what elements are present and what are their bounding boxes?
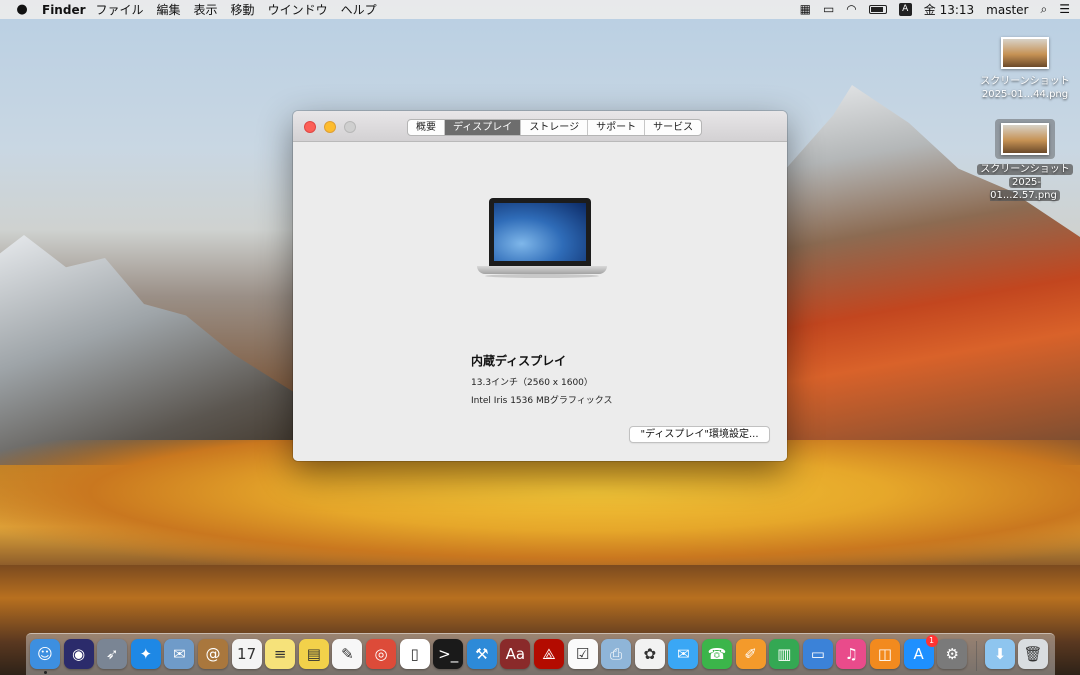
- tab-storage[interactable]: ストレージ: [521, 120, 589, 135]
- menu-view[interactable]: 表示: [194, 1, 218, 18]
- about-this-mac-window: 概要 ディスプレイ ストレージ サポート サービス 内蔵ディスプレイ 13.3イ…: [293, 111, 787, 461]
- trash-icon[interactable]: 🗑: [1018, 639, 1048, 669]
- messages-icon[interactable]: ✉: [668, 639, 699, 669]
- numbers-icon[interactable]: ▥: [769, 639, 800, 669]
- textedit-icon[interactable]: ✎: [332, 639, 363, 669]
- file-name: スクリーンショット 2025-01...2.57.png: [975, 163, 1075, 202]
- reminders-icon[interactable]: ☑: [567, 639, 598, 669]
- wifi-icon[interactable]: ◠: [846, 0, 856, 19]
- document-icon[interactable]: ▯: [399, 639, 430, 669]
- spotlight-search-icon[interactable]: ⌕: [1041, 0, 1048, 19]
- mail-icon[interactable]: ✉: [164, 639, 195, 669]
- downloads-folder-icon[interactable]: ⬇: [985, 639, 1015, 669]
- menubar-clock[interactable]: 金 13:13: [924, 1, 974, 18]
- terminal-icon[interactable]: >_: [433, 639, 464, 669]
- airplay-icon[interactable]: ▭: [823, 0, 834, 19]
- xcode-icon[interactable]: ⚒: [466, 639, 497, 669]
- input-source-icon[interactable]: A: [898, 3, 912, 16]
- macbook-display-icon: [477, 198, 607, 278]
- wallpaper-mountain-left: [0, 235, 300, 465]
- chrome-icon[interactable]: ◎: [366, 639, 396, 669]
- file-thumbnail: [1001, 37, 1049, 69]
- tab-displays[interactable]: ディスプレイ: [445, 120, 522, 135]
- menubar-user[interactable]: master: [986, 3, 1028, 17]
- window-titlebar[interactable]: 概要 ディスプレイ ストレージ サポート サービス: [293, 111, 787, 142]
- dock-separator: [976, 641, 977, 671]
- finder-icon[interactable]: ☺: [30, 639, 60, 669]
- tab-service[interactable]: サービス: [645, 120, 701, 135]
- display-name: 内蔵ディスプレイ: [471, 354, 567, 368]
- notes-icon[interactable]: ≡: [265, 639, 296, 669]
- contacts-icon[interactable]: @: [198, 639, 228, 669]
- apple-menu-icon[interactable]: ●: [8, 2, 36, 17]
- desktop-file-screenshot-2[interactable]: スクリーンショット 2025-01...2.57.png: [975, 119, 1075, 202]
- ibooks-icon[interactable]: ◫: [870, 639, 900, 669]
- file-name: スクリーンショット 2025-01...44.png: [980, 76, 1070, 100]
- desktop-file-screenshot-1[interactable]: スクリーンショット 2025-01...44.png: [975, 37, 1075, 101]
- itunes-icon[interactable]: ♫: [836, 639, 867, 669]
- zoom-button: [344, 121, 356, 133]
- preview-icon[interactable]: ⎙: [601, 639, 632, 669]
- tab-bar: 概要 ディスプレイ ストレージ サポート サービス: [407, 119, 703, 136]
- acrobat-icon[interactable]: ⟁: [534, 639, 564, 669]
- photos-icon[interactable]: ✿: [634, 639, 665, 669]
- running-indicator: [44, 671, 47, 674]
- dictionary-icon[interactable]: Aa: [500, 639, 531, 669]
- tab-support[interactable]: サポート: [588, 120, 646, 135]
- keynote-icon[interactable]: ▭: [802, 639, 833, 669]
- graphics-info: Intel Iris 1536 MBグラフィックス: [471, 396, 613, 406]
- app-store-icon[interactable]: A1: [903, 635, 938, 669]
- stickies-icon[interactable]: ▤: [298, 639, 329, 669]
- display-size: 13.3インチ（2560 x 1600）: [471, 378, 593, 388]
- file-selection-highlight: [995, 119, 1055, 159]
- menu-file[interactable]: ファイル: [96, 1, 144, 18]
- tab-overview[interactable]: 概要: [408, 120, 445, 135]
- close-button[interactable]: [304, 121, 316, 133]
- menu-go[interactable]: 移動: [231, 1, 255, 18]
- display-preferences-button[interactable]: "ディスプレイ"環境設定...: [629, 426, 770, 443]
- menu-help[interactable]: ヘルプ: [341, 1, 377, 18]
- safari-icon[interactable]: ✦: [130, 639, 161, 669]
- facetime-icon[interactable]: ☎: [702, 639, 732, 669]
- minimize-button[interactable]: [324, 121, 336, 133]
- system-preferences-icon[interactable]: ⚙: [937, 639, 968, 669]
- battery-icon[interactable]: [868, 5, 887, 14]
- window-content: 内蔵ディスプレイ 13.3インチ（2560 x 1600） Intel Iris…: [293, 142, 787, 461]
- pages-icon[interactable]: ✐: [735, 639, 766, 669]
- siri-icon[interactable]: ◉: [63, 639, 94, 669]
- menu-bar: ● Finder ファイル 編集 表示 移動 ウインドウ ヘルプ ▦ ▭ ◠ A…: [0, 0, 1080, 19]
- app-menu-finder[interactable]: Finder: [42, 3, 86, 17]
- launchpad-icon[interactable]: ➶: [97, 639, 128, 669]
- display-mirroring-icon[interactable]: ▦: [800, 0, 811, 19]
- menu-edit[interactable]: 編集: [157, 1, 181, 18]
- menu-window[interactable]: ウインドウ: [268, 1, 328, 18]
- notification-center-icon[interactable]: ☰: [1059, 0, 1070, 19]
- calendar-icon[interactable]: 17: [231, 639, 262, 669]
- file-thumbnail: [1001, 123, 1049, 155]
- notification-badge: 1: [925, 635, 938, 647]
- dock: ☺ ◉ ➶ ✦ ✉ @17 ≡ ▤ ✎ ◎ ▯ >_ ⚒ Aa ⟁ ☑ ⎙ ✿ ✉ ☎ ✐ ▥ ▭ ♫ ◫ A 1 ⚙ ⬇ 🗑: [26, 633, 1055, 675]
